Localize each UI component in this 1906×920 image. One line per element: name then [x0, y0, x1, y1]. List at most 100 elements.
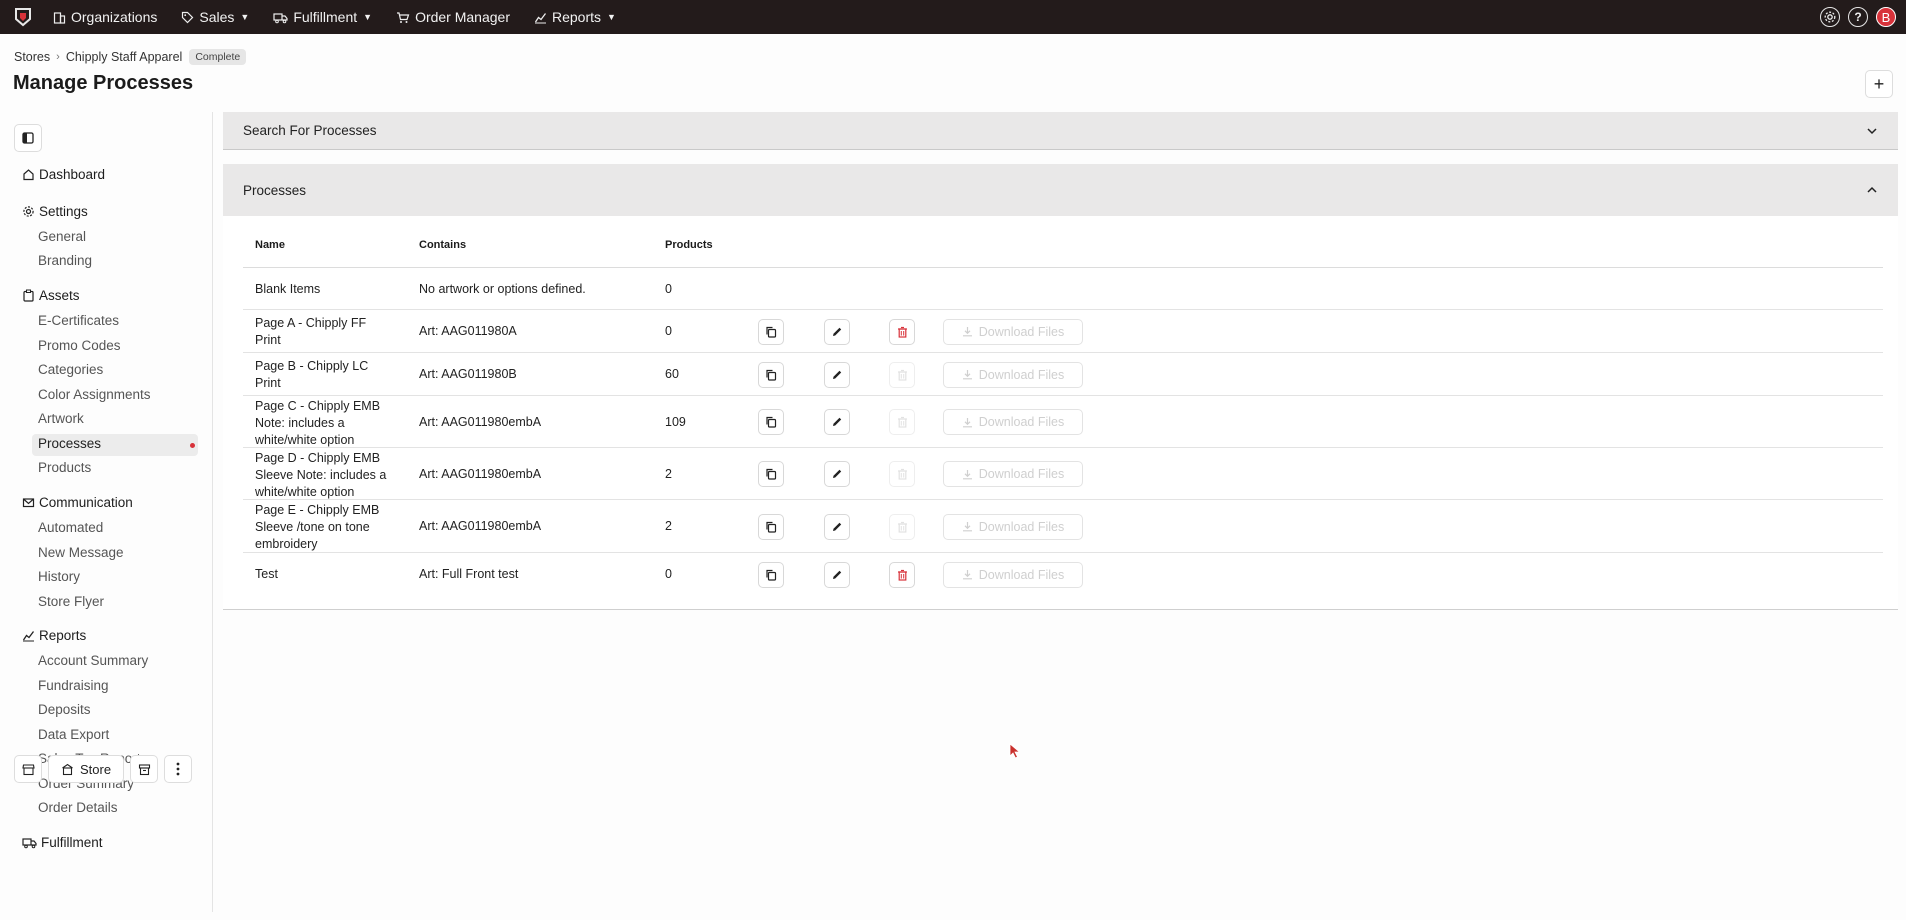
processes-panel-title: Processes — [243, 182, 307, 198]
add-process-button[interactable]: + — [1865, 70, 1893, 98]
table-row: Page B - Chipply LC Print Art: AAG011980B… — [243, 353, 1883, 396]
delete-process-button[interactable] — [889, 318, 915, 345]
chevron-down-icon: ▼ — [607, 12, 616, 22]
table-row: Page A - Chipply FF Print Art: AAG011980A… — [243, 310, 1883, 353]
clipboard-icon — [23, 289, 34, 302]
nav-fulfillment[interactable]: Fulfillment ▼ — [273, 9, 372, 25]
sidebar-item-fulfillment[interactable]: Fulfillment — [22, 835, 103, 850]
nav-reports[interactable]: Reports ▼ — [534, 9, 616, 25]
edit-process-button[interactable] — [824, 361, 850, 388]
breadcrumb-stores-link[interactable]: Stores — [14, 50, 50, 64]
column-header-products[interactable]: Products — [665, 239, 713, 251]
edit-process-button[interactable] — [824, 561, 850, 588]
archive-button[interactable] — [130, 755, 159, 783]
sidebar-item-processes[interactable]: Processes — [38, 436, 101, 451]
table-row: Page D - Chipply EMB Sleeve Note: includ… — [243, 448, 1883, 500]
sidebar-section-reports[interactable]: Reports — [22, 628, 86, 643]
process-contains: Art: AAG011980embA — [419, 466, 542, 481]
delete-process-button[interactable] — [889, 513, 915, 540]
sidebar-section-assets[interactable]: Assets — [22, 288, 80, 303]
copy-icon — [766, 326, 777, 338]
delete-process-button[interactable] — [889, 409, 915, 435]
chart-icon — [22, 631, 35, 642]
process-name: Page D - Chipply EMB Sleeve Note: includ… — [255, 451, 387, 499]
sidebar-item-branding[interactable]: Branding — [38, 253, 92, 268]
delete-process-button[interactable] — [889, 461, 915, 487]
chart-icon — [534, 12, 547, 23]
download-files-button[interactable]: Download Files — [943, 318, 1083, 345]
pencil-icon — [833, 370, 842, 379]
nav-sales[interactable]: Sales ▼ — [181, 9, 249, 25]
delete-process-button[interactable] — [889, 361, 915, 388]
sidebar-item-deposits[interactable]: Deposits — [38, 702, 91, 717]
sidebar-item-promo-codes[interactable]: Promo Codes — [38, 338, 121, 353]
duplicate-process-button[interactable] — [758, 361, 784, 388]
sidebar-item-products[interactable]: Products — [38, 460, 91, 475]
edit-process-button[interactable] — [824, 318, 850, 345]
plus-icon: + — [1873, 73, 1885, 94]
sidebar-item-color-assignments[interactable]: Color Assignments — [38, 387, 151, 402]
nav-reports-label: Reports — [552, 9, 602, 25]
home-icon — [23, 169, 34, 181]
download-files-label: Download Files — [978, 519, 1065, 534]
delete-process-button[interactable] — [889, 561, 915, 588]
sidebar-item-e-certificates[interactable]: E-Certificates — [38, 313, 119, 328]
pencil-icon — [833, 327, 842, 336]
sidebar-item-dashboard[interactable]: Dashboard — [22, 167, 105, 182]
edit-process-button[interactable] — [824, 513, 850, 540]
sidebar: Dashboard Settings General Branding Asse… — [0, 112, 213, 912]
column-header-name[interactable]: Name — [255, 239, 285, 251]
sidebar-item-categories[interactable]: Categories — [38, 362, 103, 377]
sidebar-item-fundraising[interactable]: Fundraising — [38, 678, 109, 693]
sidebar-item-general[interactable]: General — [38, 229, 86, 244]
process-contains: Art: AAG011980embA — [419, 414, 542, 429]
mouse-cursor-icon — [1009, 743, 1021, 759]
process-products-count: 60 — [665, 367, 679, 381]
edit-process-button[interactable] — [824, 461, 850, 487]
nav-organizations[interactable]: Organizations — [53, 9, 157, 25]
sidebar-item-artwork[interactable]: Artwork — [38, 411, 84, 426]
download-files-button[interactable]: Download Files — [943, 361, 1083, 388]
sidebar-item-new-message[interactable]: New Message — [38, 545, 124, 560]
download-icon — [962, 570, 972, 580]
avatar-initial: B — [1881, 9, 1891, 25]
download-files-button[interactable]: Download Files — [943, 409, 1083, 435]
processes-panel-header[interactable]: Processes — [223, 164, 1898, 216]
sidebar-collapse-button[interactable] — [14, 124, 42, 152]
sidebar-item-account-summary[interactable]: Account Summary — [38, 653, 148, 668]
storefront-button[interactable] — [14, 755, 42, 783]
breadcrumb-store-name[interactable]: Chipply Staff Apparel — [66, 50, 183, 64]
process-products-count: 109 — [665, 414, 686, 429]
sidebar-item-data-export[interactable]: Data Export — [38, 727, 109, 742]
help-button[interactable]: ? — [1848, 7, 1868, 27]
nav-order-manager-label: Order Manager — [415, 9, 510, 25]
download-files-button[interactable]: Download Files — [943, 513, 1083, 540]
store-button-label: Store — [80, 761, 112, 777]
sidebar-section-communication[interactable]: Communication — [22, 495, 133, 510]
process-name: Blank Items — [255, 281, 321, 296]
download-files-button[interactable]: Download Files — [943, 461, 1083, 487]
app-logo-icon[interactable] — [11, 5, 35, 29]
duplicate-process-button[interactable] — [758, 561, 784, 588]
sidebar-settings-label: Settings — [39, 204, 88, 219]
search-processes-panel-header[interactable]: Search For Processes — [223, 112, 1898, 150]
sidebar-item-order-details[interactable]: Order Details — [38, 800, 118, 815]
sidebar-item-history[interactable]: History — [38, 569, 80, 584]
settings-gear-button[interactable] — [1820, 7, 1840, 27]
duplicate-process-button[interactable] — [758, 409, 784, 435]
download-files-button[interactable]: Download Files — [943, 561, 1083, 588]
duplicate-process-button[interactable] — [758, 461, 784, 487]
sidebar-section-settings[interactable]: Settings — [22, 204, 88, 219]
duplicate-process-button[interactable] — [758, 513, 784, 540]
processes-table: Name Contains Products Blank Items No art… — [223, 216, 1898, 610]
nav-order-manager[interactable]: Order Manager — [396, 9, 510, 25]
user-avatar[interactable]: B — [1876, 7, 1896, 27]
sidebar-item-store-flyer[interactable]: Store Flyer — [38, 594, 104, 609]
column-header-contains[interactable]: Contains — [419, 239, 466, 251]
sidebar-item-automated[interactable]: Automated — [38, 520, 103, 535]
edit-process-button[interactable] — [824, 409, 850, 435]
gear-icon — [23, 206, 34, 217]
duplicate-process-button[interactable] — [758, 318, 784, 345]
more-options-button[interactable] — [164, 755, 193, 783]
store-button[interactable]: Store — [48, 755, 125, 783]
